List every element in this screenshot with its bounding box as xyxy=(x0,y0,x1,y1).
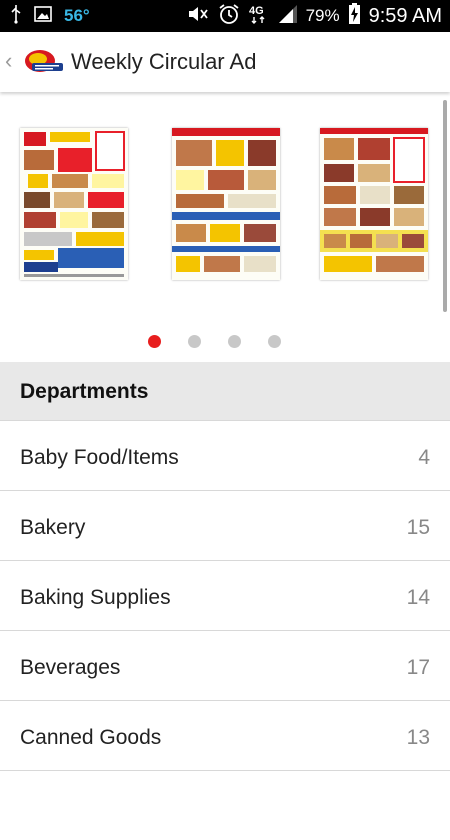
department-count: 17 xyxy=(406,656,430,679)
signal-icon xyxy=(278,4,298,29)
department-count: 4 xyxy=(418,446,430,469)
department-count: 14 xyxy=(406,586,430,609)
department-count: 15 xyxy=(406,516,430,539)
list-item[interactable]: Beverages 17 xyxy=(0,630,450,700)
list-item[interactable]: Bakery 15 xyxy=(0,490,450,560)
circular-page-1[interactable] xyxy=(20,128,128,280)
department-name: Beverages xyxy=(20,656,121,679)
store-logo[interactable] xyxy=(24,47,64,75)
action-bar: ‹ Weekly Circular Ad xyxy=(0,32,450,92)
circular-page-3[interactable] xyxy=(320,128,428,280)
page-dot-4[interactable] xyxy=(268,335,281,348)
departments-list: Baby Food/Items 4 Bakery 15 Baking Suppl… xyxy=(0,420,450,840)
page-dot-1[interactable] xyxy=(148,335,161,348)
list-item-partial[interactable] xyxy=(0,770,450,840)
status-left: 56° xyxy=(10,0,90,32)
list-item[interactable]: Baking Supplies 14 xyxy=(0,560,450,630)
department-count: 13 xyxy=(406,726,430,749)
department-name: Bakery xyxy=(20,516,86,539)
department-name: Baking Supplies xyxy=(20,586,171,609)
alarm-icon xyxy=(218,3,240,30)
page-indicator xyxy=(0,333,450,349)
list-item[interactable]: Baby Food/Items 4 xyxy=(0,420,450,490)
battery-charging-icon xyxy=(348,2,361,30)
circular-carousel[interactable] xyxy=(0,92,450,362)
network-label: 4G xyxy=(249,5,264,17)
page-dot-2[interactable] xyxy=(188,335,201,348)
chevron-left-icon[interactable]: ‹ xyxy=(5,48,12,74)
list-item[interactable]: Canned Goods 13 xyxy=(0,700,450,770)
network-icon: 4G xyxy=(248,3,270,30)
department-name: Canned Goods xyxy=(20,726,162,749)
circular-page-2[interactable] xyxy=(172,128,280,280)
status-bar: 56° 4G 79% 9:59 AM xyxy=(0,0,450,32)
temperature-text: 56° xyxy=(64,6,90,25)
battery-percent: 79% xyxy=(305,6,340,25)
vertical-scrollbar[interactable] xyxy=(443,100,447,312)
status-time: 9:59 AM xyxy=(368,4,442,27)
page-dot-3[interactable] xyxy=(228,335,241,348)
departments-header: Departments xyxy=(0,362,450,420)
usb-icon xyxy=(10,4,22,29)
status-right: 4G 79% 9:59 AM xyxy=(186,0,442,32)
departments-title: Departments xyxy=(20,380,149,403)
department-name: Baby Food/Items xyxy=(20,446,179,469)
page-title: Weekly Circular Ad xyxy=(71,49,257,74)
mute-icon xyxy=(186,4,210,29)
image-icon xyxy=(34,5,52,27)
